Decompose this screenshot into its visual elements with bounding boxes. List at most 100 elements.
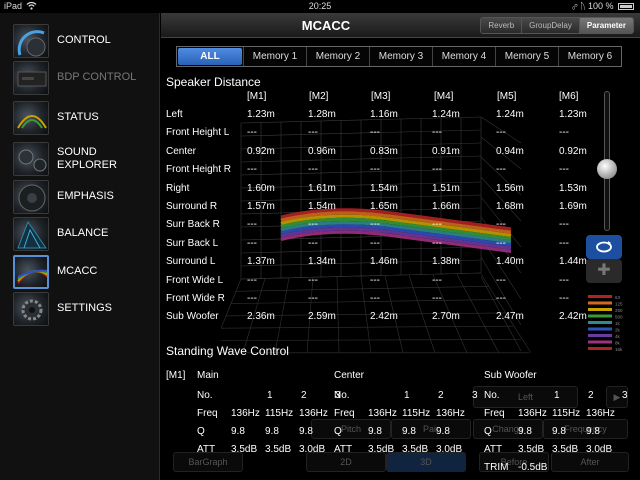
distance-value: 1.16m <box>370 109 398 120</box>
sidebar-item-bdp-control[interactable]: BDP CONTROL <box>0 60 160 96</box>
distance-value: --- <box>559 164 569 176</box>
legend-swatch <box>588 314 612 318</box>
sidebar-item-settings[interactable]: SETTINGS <box>0 291 160 327</box>
distance-value: --- <box>247 293 257 304</box>
sidebar-item-balance[interactable]: BALANCE <box>0 216 160 252</box>
legend-label: 1k <box>615 321 621 326</box>
column-header-m1: [M1] <box>247 91 267 102</box>
distance-value: --- <box>370 219 380 231</box>
row-label: Surr Back L <box>166 237 219 249</box>
tab-memory-4[interactable]: Memory 4 <box>432 47 495 66</box>
standing-wave-freq-value: 136Hz <box>518 408 547 419</box>
sidebar-item-control[interactable]: CONTROL <box>0 23 160 59</box>
row-label-att: ATT <box>197 444 216 455</box>
distance-value: 0.92m <box>559 145 587 157</box>
legend-swatch <box>588 347 612 350</box>
column-header-m6: [M6] <box>559 91 579 102</box>
row-label: Sub Woofer <box>166 311 219 323</box>
sidebar-item-label: BALANCE <box>57 227 109 239</box>
standing-wave-no-value: 3 <box>622 390 628 401</box>
sidebar-item-sound-explorer[interactable]: SOUND EXPLORER <box>0 141 160 177</box>
rotate-button[interactable] <box>586 235 622 259</box>
sidebar-item-label: CONTROL <box>57 34 111 46</box>
distance-value: --- <box>247 237 257 249</box>
row-label-freq: Freq <box>334 408 355 419</box>
distance-value: --- <box>370 164 380 176</box>
battery-percent: 100 % <box>587 1 614 11</box>
view-2d-button[interactable]: 2D <box>306 452 386 472</box>
settings-icon <box>13 292 49 326</box>
legend-label: 4k <box>615 334 621 339</box>
standing-wave-title: Standing Wave Control <box>166 344 289 358</box>
standing-wave-att-value: 3.5dB <box>265 444 292 455</box>
standing-wave-freq-value: 115Hz <box>265 408 294 419</box>
sidebar-item-mcacc[interactable]: MCACC <box>0 254 160 290</box>
distance-value: 2.36m <box>247 311 275 323</box>
distance-value: --- <box>559 274 569 286</box>
row-label-no: No. <box>484 390 500 401</box>
distance-value: --- <box>432 237 442 249</box>
bargraph-button[interactable]: BarGraph <box>173 452 243 472</box>
sidebar-item-emphasis[interactable]: EMPHASIS <box>0 179 160 215</box>
distance-value: 1.61m <box>308 182 336 194</box>
tab-memory-2[interactable]: Memory 2 <box>306 47 369 66</box>
standing-wave-att-value: 3.0dB <box>299 444 326 455</box>
row-label: Surround L <box>166 256 216 268</box>
battery-status: ☍ ᚢ 100 % <box>572 1 634 11</box>
column-header-m5: [M5] <box>497 91 517 102</box>
standing-wave-freq-value: 136Hz <box>231 408 260 419</box>
tab-memory-3[interactable]: Memory 3 <box>369 47 432 66</box>
view-3d-button[interactable]: 3D <box>386 452 466 472</box>
distance-value: 1.54m <box>370 182 398 194</box>
distance-value: 1.44m <box>559 256 587 268</box>
sidebar-item-label: SOUND EXPLORER <box>57 146 117 171</box>
legend-label: 500 <box>615 315 623 320</box>
mode-groupdelay[interactable]: GroupDelay <box>521 18 579 33</box>
mode-parameter[interactable]: Parameter <box>578 18 633 33</box>
legend-label: 8k <box>615 341 621 346</box>
trim-value: -0.5dB <box>518 462 548 473</box>
sound-explorer-icon <box>13 142 49 176</box>
row-label-att: ATT <box>484 444 503 455</box>
legend-label: 63 <box>615 295 621 300</box>
standing-wave-att-value: 3.5dB <box>368 444 395 455</box>
mode-reverb[interactable]: Reverb <box>481 18 522 33</box>
distance-value: --- <box>559 293 569 304</box>
distance-value: 1.65m <box>370 201 398 212</box>
pitch-label: Pitch <box>340 424 361 434</box>
sidebar-item-status[interactable]: STATUS <box>0 100 160 136</box>
distance-value: --- <box>432 219 442 231</box>
zoom-slider-thumb[interactable] <box>597 159 617 179</box>
distance-value: --- <box>247 164 257 176</box>
tab-all[interactable]: ALL <box>178 48 242 65</box>
distance-value: 1.68m <box>496 201 524 212</box>
distance-value: --- <box>247 219 257 231</box>
column-header-m4: [M4] <box>434 91 454 102</box>
legend-swatch <box>588 308 612 311</box>
frequency-legend: 63 125250 5001k 2k4k 8k16k <box>588 295 623 352</box>
standing-wave-freq-value: 115Hz <box>552 408 581 419</box>
move-icon: ✚ <box>597 262 611 279</box>
distance-value: 1.54m <box>308 201 336 212</box>
after-button[interactable]: After <box>551 452 629 472</box>
row-label-freq: Freq <box>484 408 505 419</box>
legend-label: 125 <box>615 302 623 307</box>
distance-value: --- <box>308 127 318 139</box>
row-label-q: Q <box>197 426 205 437</box>
distance-value: --- <box>370 293 380 304</box>
tab-memory-6[interactable]: Memory 6 <box>558 47 621 66</box>
distance-value: 0.83m <box>370 145 398 157</box>
legend-swatch <box>588 301 612 305</box>
move-button[interactable]: ✚ <box>586 259 622 283</box>
row-label: Front Height R <box>166 164 232 176</box>
battery-icon <box>618 3 634 10</box>
standing-wave-no-value: 1 <box>404 390 410 401</box>
distance-value: 1.28m <box>308 109 336 120</box>
tab-memory-1[interactable]: Memory 1 <box>243 47 306 66</box>
standing-wave-no-value: 3 <box>472 390 478 401</box>
tab-memory-5[interactable]: Memory 5 <box>495 47 558 66</box>
distance-value: 0.91m <box>432 145 460 157</box>
bdp-icon <box>13 61 49 95</box>
distance-value: 1.23m <box>559 109 587 120</box>
standing-wave-att-value: 3.5dB <box>552 444 579 455</box>
